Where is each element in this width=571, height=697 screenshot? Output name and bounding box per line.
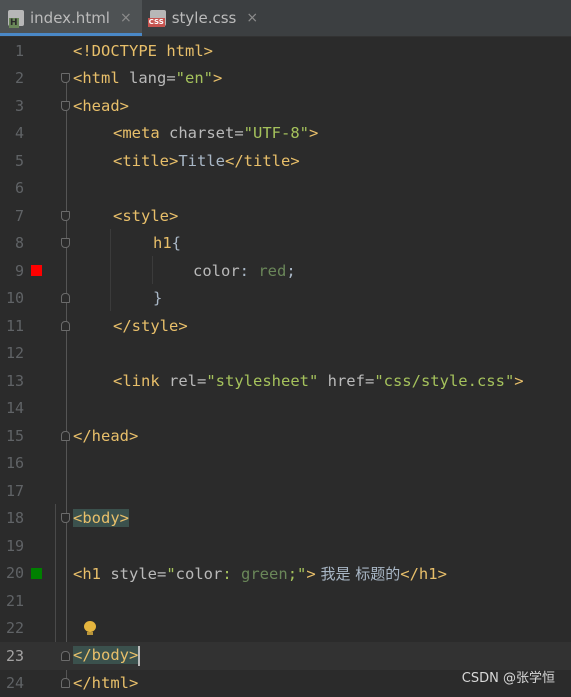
- fold-icon[interactable]: [61, 431, 70, 441]
- matched-tag: </body>: [73, 646, 138, 664]
- code-line[interactable]: 4 <meta charset="UTF-8">: [0, 120, 571, 148]
- line-number: 1: [0, 42, 24, 60]
- code-text: </body>: [73, 646, 140, 666]
- code-text: <html lang="en">: [73, 69, 222, 87]
- code-line[interactable]: 11 </style>: [0, 312, 571, 340]
- close-icon[interactable]: ×: [246, 10, 258, 26]
- code-line-current[interactable]: 23 </body>: [0, 642, 571, 670]
- code-line[interactable]: 21: [0, 587, 571, 615]
- code-line[interactable]: 9 color: red;: [0, 257, 571, 285]
- code-line[interactable]: 10 }: [0, 285, 571, 313]
- fold-icon[interactable]: [61, 211, 70, 221]
- line-number: 21: [0, 592, 24, 610]
- watermark: CSDN @张学恒: [462, 667, 555, 686]
- fold-icon[interactable]: [61, 651, 70, 661]
- code-text: </head>: [73, 427, 138, 445]
- line-number: 22: [0, 619, 24, 637]
- line-number: 6: [0, 179, 24, 197]
- editor-tab-bar: index.html × style.css ×: [0, 0, 571, 37]
- code-line[interactable]: 17: [0, 477, 571, 505]
- code-line[interactable]: 12: [0, 340, 571, 368]
- tab-label: index.html: [30, 9, 110, 27]
- tab-index-html[interactable]: index.html ×: [0, 0, 142, 36]
- code-text: <body>: [73, 509, 129, 527]
- line-number: 15: [0, 427, 24, 445]
- line-number: 18: [0, 509, 24, 527]
- fold-icon[interactable]: [61, 238, 70, 248]
- line-number: 8: [0, 234, 24, 252]
- code-line[interactable]: 18 <body>: [0, 505, 571, 533]
- line-number: 13: [0, 372, 24, 390]
- line-number: 16: [0, 454, 24, 472]
- lightbulb-icon[interactable]: [84, 621, 96, 635]
- line-number: 19: [0, 537, 24, 555]
- fold-icon[interactable]: [61, 321, 70, 331]
- fold-icon[interactable]: [61, 73, 70, 83]
- code-text: <!DOCTYPE html>: [73, 42, 213, 60]
- matched-tag: <body>: [73, 509, 129, 527]
- code-line[interactable]: 13 <link rel="stylesheet" href="css/styl…: [0, 367, 571, 395]
- code-line[interactable]: 2 <html lang="en">: [0, 65, 571, 93]
- code-text: <style>: [113, 207, 178, 225]
- code-line[interactable]: 14: [0, 395, 571, 423]
- code-line[interactable]: 15 </head>: [0, 422, 571, 450]
- line-number: 7: [0, 207, 24, 225]
- code-line[interactable]: 7 <style>: [0, 202, 571, 230]
- close-icon[interactable]: ×: [120, 10, 132, 26]
- line-number: 4: [0, 124, 24, 142]
- color-swatch-icon[interactable]: [31, 265, 42, 276]
- code-text: <title>Title</title>: [113, 152, 300, 170]
- code-text: color: red;: [193, 262, 296, 280]
- line-number: 24: [0, 674, 24, 692]
- code-line[interactable]: 5 <title>Title</title>: [0, 147, 571, 175]
- code-line[interactable]: 3 <head>: [0, 92, 571, 120]
- css-file-icon: [150, 10, 166, 26]
- code-text: <meta charset="UTF-8">: [113, 124, 318, 142]
- line-number: 3: [0, 97, 24, 115]
- tab-style-css[interactable]: style.css ×: [142, 0, 268, 36]
- line-number: 17: [0, 482, 24, 500]
- fold-icon[interactable]: [61, 101, 70, 111]
- code-text: </html>: [73, 674, 138, 692]
- line-number: 9: [0, 262, 24, 280]
- line-number: 23: [0, 647, 24, 665]
- code-line[interactable]: 22: [0, 615, 571, 643]
- code-line[interactable]: 16: [0, 450, 571, 478]
- html-file-icon: [8, 10, 24, 26]
- fold-icon[interactable]: [61, 513, 70, 523]
- line-number: 2: [0, 69, 24, 87]
- code-line[interactable]: 19: [0, 532, 571, 560]
- code-text: }: [153, 289, 162, 307]
- code-text: <link rel="stylesheet" href="css/style.c…: [113, 372, 524, 390]
- code-line[interactable]: 1 <!DOCTYPE html>: [0, 37, 571, 65]
- line-number: 14: [0, 399, 24, 417]
- line-number: 20: [0, 564, 24, 582]
- code-text: </style>: [113, 317, 188, 335]
- color-swatch-icon[interactable]: [31, 568, 42, 579]
- line-number: 11: [0, 317, 24, 335]
- code-line[interactable]: 20 <h1 style="color: green;"> 我是 标题的</h1…: [0, 560, 571, 588]
- fold-icon[interactable]: [61, 293, 70, 303]
- code-text: <head>: [73, 97, 129, 115]
- code-text: h1{: [153, 234, 181, 252]
- code-editor[interactable]: 1 <!DOCTYPE html> 2 <html lang="en"> 3 <…: [0, 37, 571, 694]
- line-number: 5: [0, 152, 24, 170]
- text-caret: [138, 646, 140, 666]
- fold-icon[interactable]: [61, 678, 70, 688]
- line-number: 12: [0, 344, 24, 362]
- code-line[interactable]: 8 h1{: [0, 230, 571, 258]
- code-text: <h1 style="color: green;"> 我是 标题的</h1>: [73, 563, 447, 584]
- line-number: 10: [0, 289, 24, 307]
- tab-label: style.css: [172, 9, 237, 27]
- code-line[interactable]: 6: [0, 175, 571, 203]
